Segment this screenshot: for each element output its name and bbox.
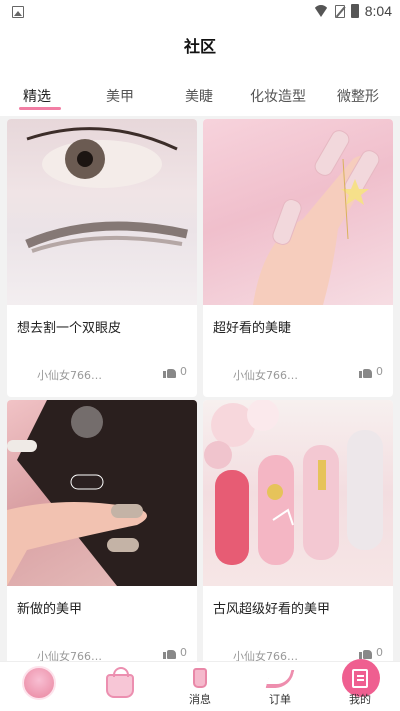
thumbs-up-icon	[163, 366, 176, 378]
active-tab-indicator	[19, 107, 61, 110]
post-card[interactable]: 新做的美甲 小仙女766… 0	[7, 400, 197, 678]
post-image[interactable]	[7, 400, 197, 586]
post-image[interactable]	[203, 119, 393, 305]
post-author[interactable]: 小仙女766…	[233, 367, 298, 383]
tab-lashes[interactable]: 美睫	[185, 86, 213, 106]
no-sim-icon	[334, 4, 345, 18]
nav-label: 订单	[269, 693, 291, 706]
thumbs-up-icon	[163, 647, 176, 659]
status-time: 8:04	[364, 3, 392, 19]
post-card[interactable]: 想去割一个双眼皮 小仙女766… 0	[7, 119, 197, 397]
like-count: 0	[376, 646, 383, 659]
like-button[interactable]: 0	[163, 646, 187, 659]
tab-cosmetic[interactable]: 微整形	[337, 86, 379, 106]
bag-icon	[106, 667, 134, 698]
post-caption: 古风超级好看的美甲	[213, 602, 331, 617]
nav-shop[interactable]	[80, 662, 160, 711]
post-caption: 想去割一个双眼皮	[17, 321, 122, 336]
perfume-bottle-icon	[193, 668, 207, 688]
tab-makeup[interactable]: 化妆造型	[250, 86, 306, 106]
tab-featured[interactable]: 精选	[23, 86, 51, 106]
post-author[interactable]: 小仙女766…	[37, 367, 102, 383]
like-count: 0	[180, 365, 187, 378]
battery-icon	[350, 4, 359, 18]
nav-mine[interactable]: 我的	[320, 659, 400, 711]
like-button[interactable]: 0	[163, 365, 187, 378]
bottom-navigation: 消息 订单 我的	[0, 659, 400, 711]
page-title: 社区	[0, 24, 400, 72]
nav-label: 我的	[349, 693, 371, 706]
home-avatar-icon	[22, 666, 56, 700]
thumbs-up-icon	[359, 366, 372, 378]
post-image[interactable]	[203, 400, 393, 586]
nav-orders[interactable]: 订单	[240, 662, 320, 711]
status-bar: 8:04	[0, 0, 400, 24]
like-button[interactable]: 0	[359, 646, 383, 659]
post-card[interactable]: 超好看的美睫 小仙女766… 0	[203, 119, 393, 397]
like-count: 0	[376, 365, 383, 378]
nav-label: 消息	[189, 693, 211, 706]
nav-home[interactable]	[0, 662, 80, 711]
thumbs-up-icon	[359, 647, 372, 659]
category-tabs: 精选 美甲 美睫 化妆造型 微整形	[0, 72, 400, 116]
post-caption: 超好看的美睫	[213, 321, 292, 336]
nav-messages[interactable]: 消息	[160, 662, 240, 711]
note-icon	[352, 669, 368, 688]
wifi-icon	[312, 5, 329, 17]
high-heel-icon	[265, 670, 295, 688]
image-notification-icon	[12, 6, 24, 18]
post-card[interactable]: 古风超级好看的美甲 小仙女766… 0	[203, 400, 393, 678]
post-image[interactable]	[7, 119, 197, 305]
like-count: 0	[180, 646, 187, 659]
post-caption: 新做的美甲	[17, 602, 83, 617]
like-button[interactable]: 0	[359, 365, 383, 378]
tab-nails[interactable]: 美甲	[106, 86, 134, 106]
